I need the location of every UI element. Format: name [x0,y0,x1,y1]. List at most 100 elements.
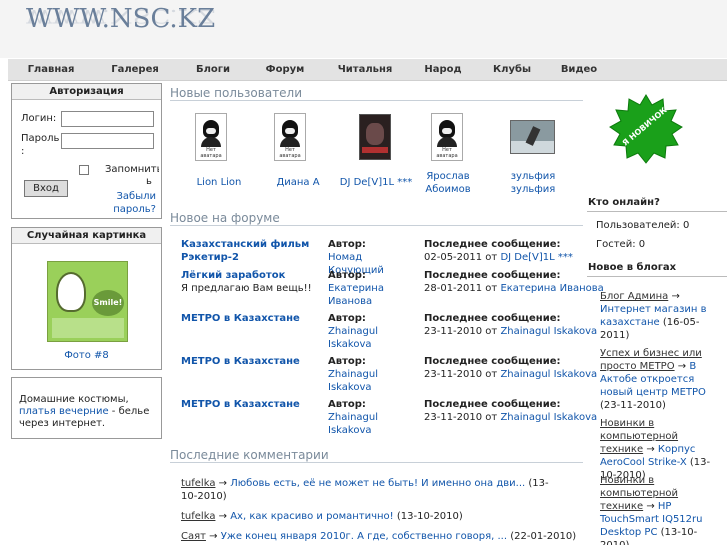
forum-topic-link[interactable]: МЕТРО в Казахстане [181,356,300,367]
last-date: 28-01-2011 от [424,283,498,294]
avatar-body [280,137,300,147]
remember-label-wrap: ь [146,176,152,187]
user-avatar-placeholder[interactable]: Нет аватара [274,113,306,161]
password-input[interactable] [61,133,154,149]
last-author-link[interactable]: DJ De[V]1L *** [500,252,572,263]
user-name-link[interactable]: зульфия зульфия [503,170,563,196]
user-name-link[interactable]: Диана А [265,177,331,188]
login-input[interactable] [61,111,154,127]
user-avatar-photo[interactable] [510,120,555,154]
last-author-link[interactable]: Zhainagul Iskakova [500,326,597,337]
comment-user-link[interactable]: tufelka [181,511,215,522]
last-author-link[interactable]: Zhainagul Iskakova [500,412,597,423]
comment-text-link[interactable]: Уже конец января 2010г. А где, собственн… [221,531,507,542]
online-users-label: Пользователей: [596,220,680,231]
arrow-icon: → [218,511,228,522]
last-label: Последнее сообщение: [424,399,561,410]
nav-item-reading[interactable]: Читальня [320,59,410,81]
ad-text: Домашние костюмы, платья вечерние - бель… [19,394,159,430]
avatar-body [437,137,457,147]
forum-author: Автор: Zhainagul Iskakova [328,312,418,351]
author-label: Автор: [328,270,366,281]
no-avatar-label: Нет аватара [279,147,301,159]
blog-name-link[interactable]: Успех и бизнес или просто МЕТРО [600,348,702,372]
forum-last: Последнее сообщение: 23-11-2010 от Zhaina… [424,312,604,338]
online-users: Пользователей: 0 [596,220,689,231]
forum-last: Последнее сообщение: 23-11-2010 от Zhaina… [424,355,604,381]
last-label: Последнее сообщение: [424,239,561,250]
comment-user-link[interactable]: Саят [181,531,206,542]
ad-link[interactable]: платья вечерние [19,406,109,417]
author-link[interactable]: Zhainagul Iskakova [328,326,378,350]
last-author-link[interactable]: Екатерина Иванова [500,283,603,294]
main-nav: Главная Галерея Блоги Форум Читальня Нар… [8,59,727,81]
last-label: Последнее сообщение: [424,270,561,281]
author-link[interactable]: Zhainagul Iskakova [328,412,378,436]
comment-text-link[interactable]: Любовь есть, её не может не быть! И имен… [230,478,525,489]
forum-topic-link[interactable]: Казахстанский фильм Рэкетир-2 [181,239,309,263]
avatar-face [206,128,216,134]
comments-title: Последние комментарии [170,448,583,463]
online-guests-count: 0 [638,239,646,250]
newbie-badge[interactable]: Я НОВИЧОК! [608,93,684,169]
author-label: Автор: [328,356,366,367]
author-link[interactable]: Екатерина Иванова [328,283,384,307]
avatar-photo-banner [362,147,388,153]
online-users-count: 0 [682,220,690,231]
online-title: Кто онлайн? [588,197,660,208]
forum-topic-link[interactable]: МЕТРО в Казахстане [181,399,300,410]
comment-item: Саят → Уже конец января 2010г. А где, со… [181,530,581,543]
nav-item-video[interactable]: Видео [548,59,610,81]
forum-topic-link[interactable]: МЕТРО в Казахстане [181,313,300,324]
author-label: Автор: [328,313,366,324]
forgot-password-link[interactable]: Забыли пароль? [76,190,156,216]
random-picture-box: Случайная картинка Smile! Фото #8 [11,227,162,370]
blogs-title: Новое в блогах [588,262,677,273]
forum-topic: МЕТРО в Казахстане [181,355,321,368]
forum-topic-link[interactable]: Лёгкий заработок [181,269,321,282]
random-picture-caption[interactable]: Фото #8 [12,350,161,361]
user-avatar-placeholder[interactable]: Нет аватара [431,113,463,161]
blog-date: (23-11-2010) [600,400,666,411]
author-link[interactable]: Zhainagul Iskakova [328,369,378,393]
nav-item-gallery[interactable]: Галерея [94,59,176,81]
arrow-icon: → [671,291,680,302]
ad-box: Домашние костюмы, платья вечерние - бель… [11,377,162,439]
comment-item: tufelka → Ах, как красиво и романтично! … [181,510,561,523]
auth-title: Авторизация [12,84,161,100]
user-name-link[interactable]: Lion Lion [186,177,252,188]
forum-last: Последнее сообщение: 23-11-2010 от Zhaina… [424,398,604,424]
remember-checkbox[interactable] [79,165,89,175]
avatar-face [285,128,295,134]
blog-item: Новинки в компьютерной технике → HP Touc… [600,474,720,545]
no-avatar-label: Нет аватара [436,147,458,159]
blog-name-link[interactable]: Блог Админа [600,291,668,302]
nav-item-clubs[interactable]: Клубы [476,59,548,81]
forum-topic: МЕТРО в Казахстане [181,398,321,411]
nav-item-blogs[interactable]: Блоги [176,59,250,81]
forum-title: Новое на форуме [170,211,583,226]
user-name-link[interactable]: Ярослав Абоимов [420,170,476,196]
comment-user-link[interactable]: tufelka [181,478,215,489]
no-avatar-label: Нет аватара [200,147,222,159]
user-name-link[interactable]: DJ De[V]1L *** [338,177,414,188]
login-button[interactable]: Вход [24,180,68,197]
arrow-icon: → [677,361,687,372]
forum-last: Последнее сообщение: 02-05-2011 от DJ De[… [424,238,604,264]
random-picture-image[interactable]: Smile! [47,261,128,342]
user-avatar-placeholder[interactable]: Нет аватара [195,113,227,161]
login-label: Логин: [21,113,57,124]
user-avatar-photo[interactable] [359,114,391,160]
nav-item-home[interactable]: Главная [8,59,94,81]
last-author-link[interactable]: Zhainagul Iskakova [500,369,597,380]
smile-bubble: Smile! [92,290,124,316]
nav-item-people[interactable]: Народ [410,59,476,81]
comment-text-link[interactable]: Ах, как красиво и романтично! [230,511,393,522]
comment-item: tufelka → Любовь есть, её не может не бы… [181,477,561,503]
online-divider [587,211,727,212]
blog-item: Успех и бизнес или просто МЕТРО → В Акто… [600,347,720,412]
nav-item-forum[interactable]: Форум [250,59,320,81]
last-date: 23-11-2010 от [424,326,498,337]
last-date: 23-11-2010 от [424,369,498,380]
online-guests-label: Гостей: [596,239,636,250]
